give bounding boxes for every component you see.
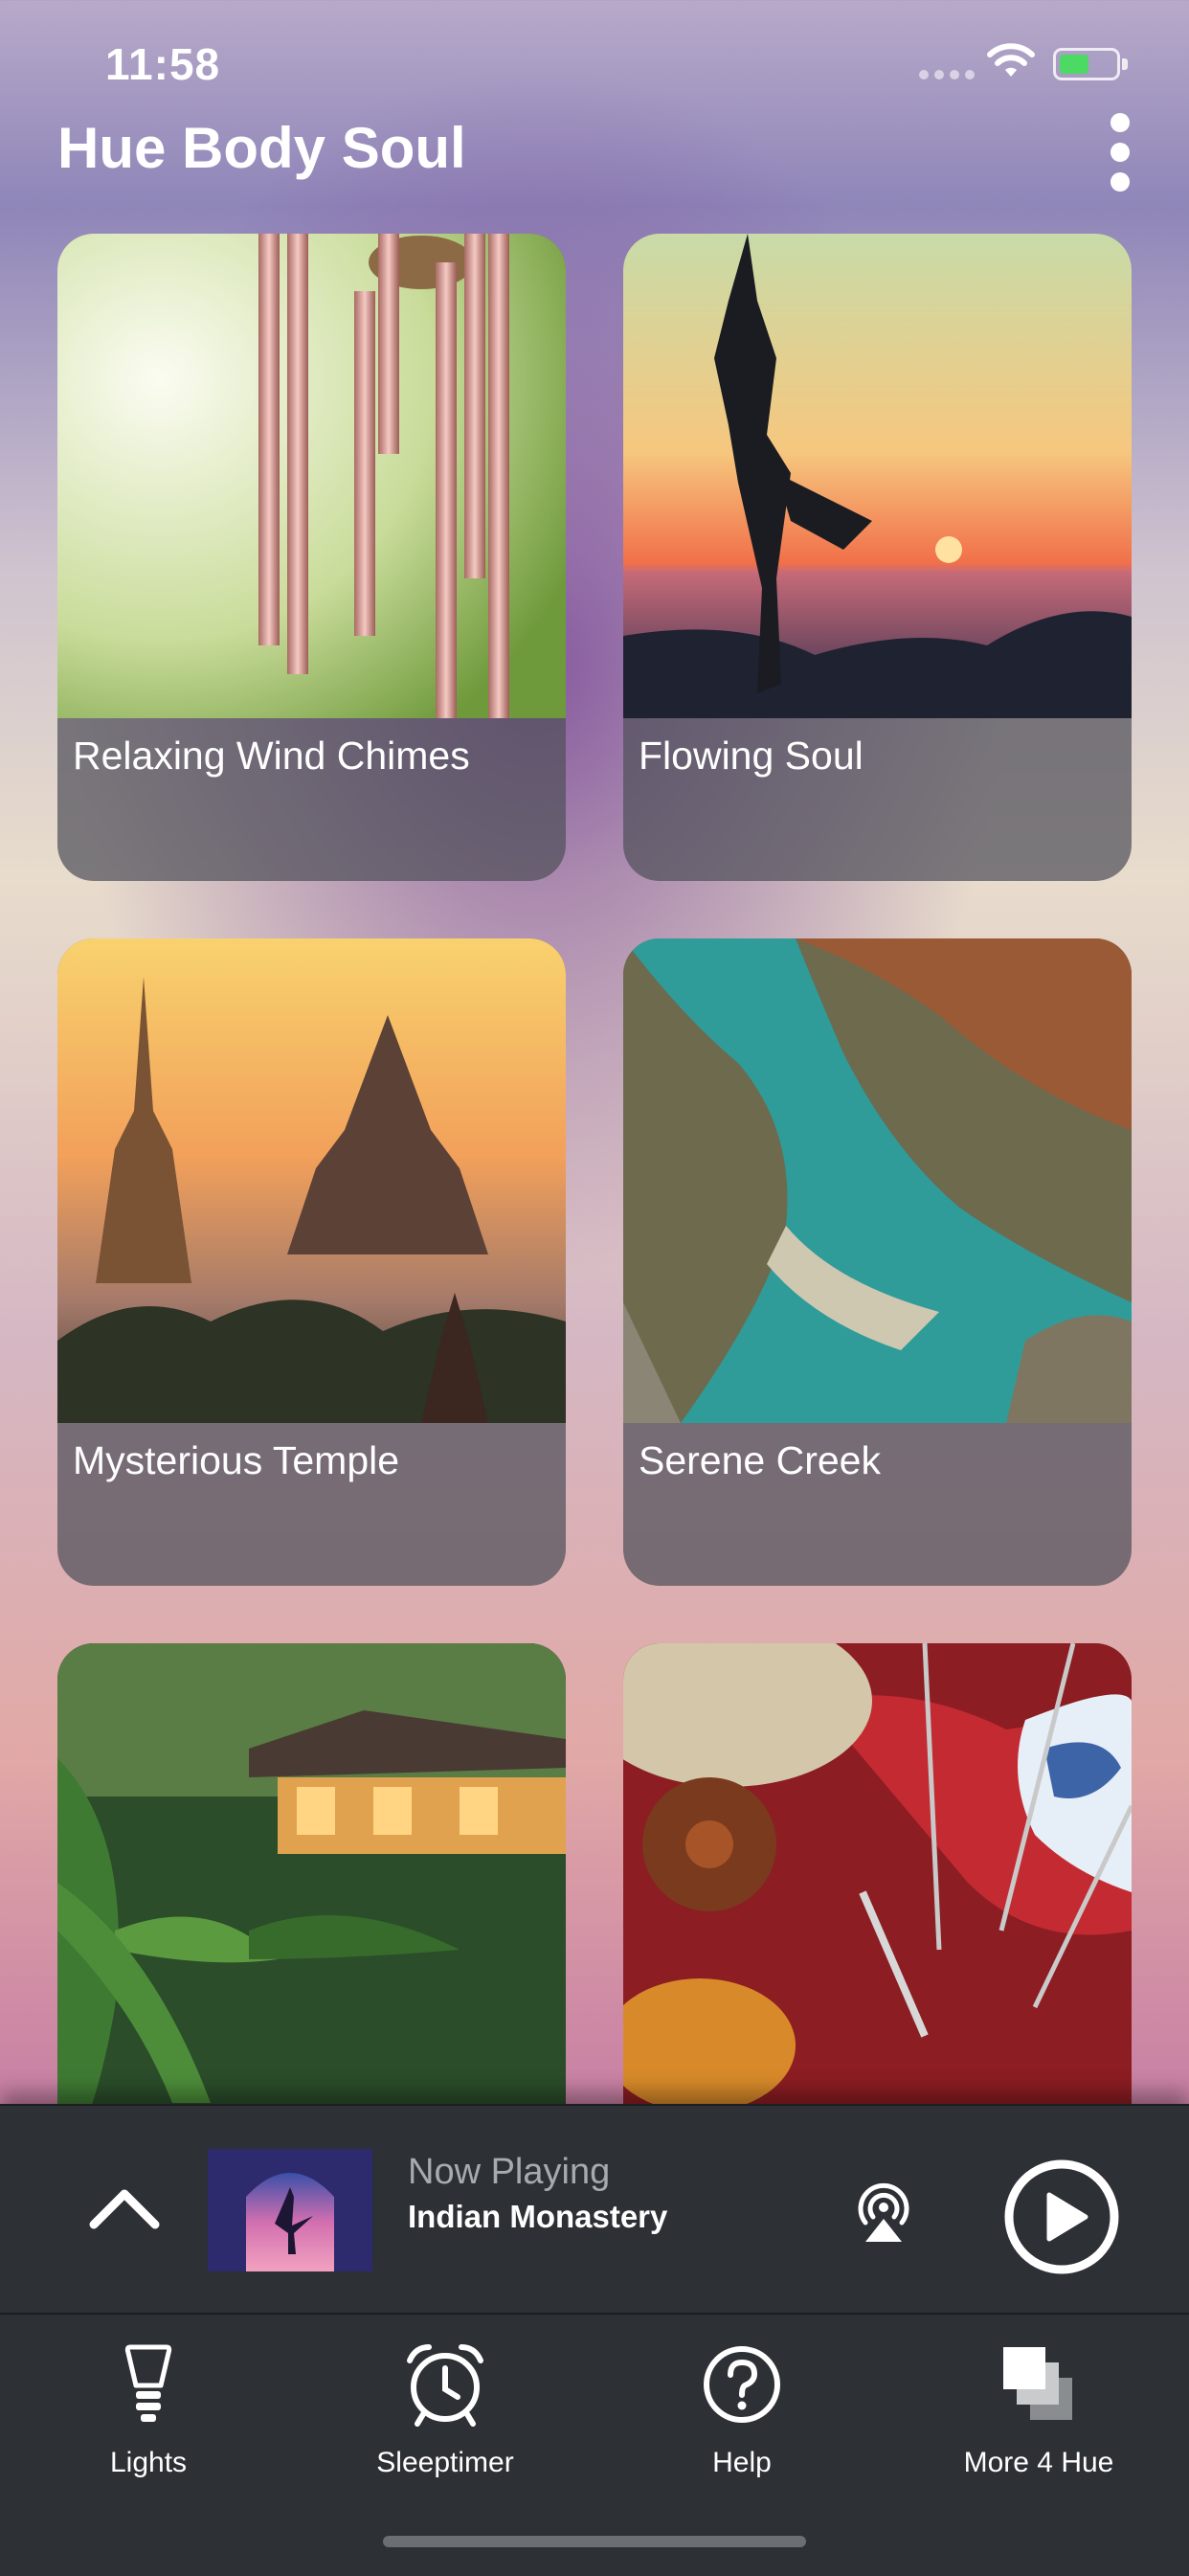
lightbulb-icon xyxy=(124,2344,172,2422)
card-relaxing-wind-chimes[interactable]: Relaxing Wind Chimes xyxy=(57,234,566,881)
tab-help[interactable]: Help xyxy=(617,2341,866,2479)
cellular-signal-icon xyxy=(919,67,980,84)
now-playing-bar[interactable]: Now Playing Indian Monastery xyxy=(0,2104,1189,2315)
tab-label: Sleeptimer xyxy=(376,2447,514,2478)
card-image-yoga-sunset xyxy=(623,234,1132,718)
wifi-icon xyxy=(987,43,1035,77)
card-title: Mysterious Temple xyxy=(73,1438,400,1482)
more-vertical-icon[interactable] xyxy=(1101,113,1139,192)
card-title: Flowing Soul xyxy=(639,734,864,778)
status-time: 11:58 xyxy=(105,39,221,89)
tab-lights[interactable]: Lights xyxy=(24,2341,273,2479)
card-image-temple xyxy=(57,938,566,1423)
card-mysterious-temple[interactable]: Mysterious Temple xyxy=(57,938,566,1586)
tab-sleeptimer[interactable]: Sleeptimer xyxy=(321,2341,570,2479)
tab-label: Help xyxy=(712,2447,772,2478)
now-playing-artwork xyxy=(208,2149,372,2271)
status-bar: 11:58 xyxy=(0,0,1189,124)
card-image-wind-chimes xyxy=(57,234,566,718)
tab-more-4-hue[interactable]: More 4 Hue xyxy=(914,2341,1163,2479)
tab-label: More 4 Hue xyxy=(963,2447,1114,2478)
help-circle-icon xyxy=(704,2346,780,2423)
chevron-up-icon[interactable] xyxy=(88,2173,161,2246)
card-title: Relaxing Wind Chimes xyxy=(73,734,470,778)
battery-charging-icon xyxy=(1053,48,1128,80)
now-playing-label: Now Playing xyxy=(408,2152,611,2192)
layers-icon xyxy=(1003,2347,1072,2420)
card-flowing-soul[interactable]: Flowing Soul xyxy=(623,234,1132,881)
tab-label: Lights xyxy=(109,2447,188,2478)
now-playing-track: Indian Monastery xyxy=(408,2199,668,2234)
card-serene-creek[interactable]: Serene Creek xyxy=(623,938,1132,1586)
home-indicator xyxy=(383,2536,806,2547)
app-title: Hue Body Soul xyxy=(57,116,466,180)
card-title: Serene Creek xyxy=(639,1438,881,1482)
play-icon[interactable] xyxy=(1003,2158,1120,2275)
airplay-icon[interactable] xyxy=(852,2181,915,2244)
card-image-creek xyxy=(623,938,1132,1423)
alarm-clock-icon xyxy=(407,2344,483,2427)
